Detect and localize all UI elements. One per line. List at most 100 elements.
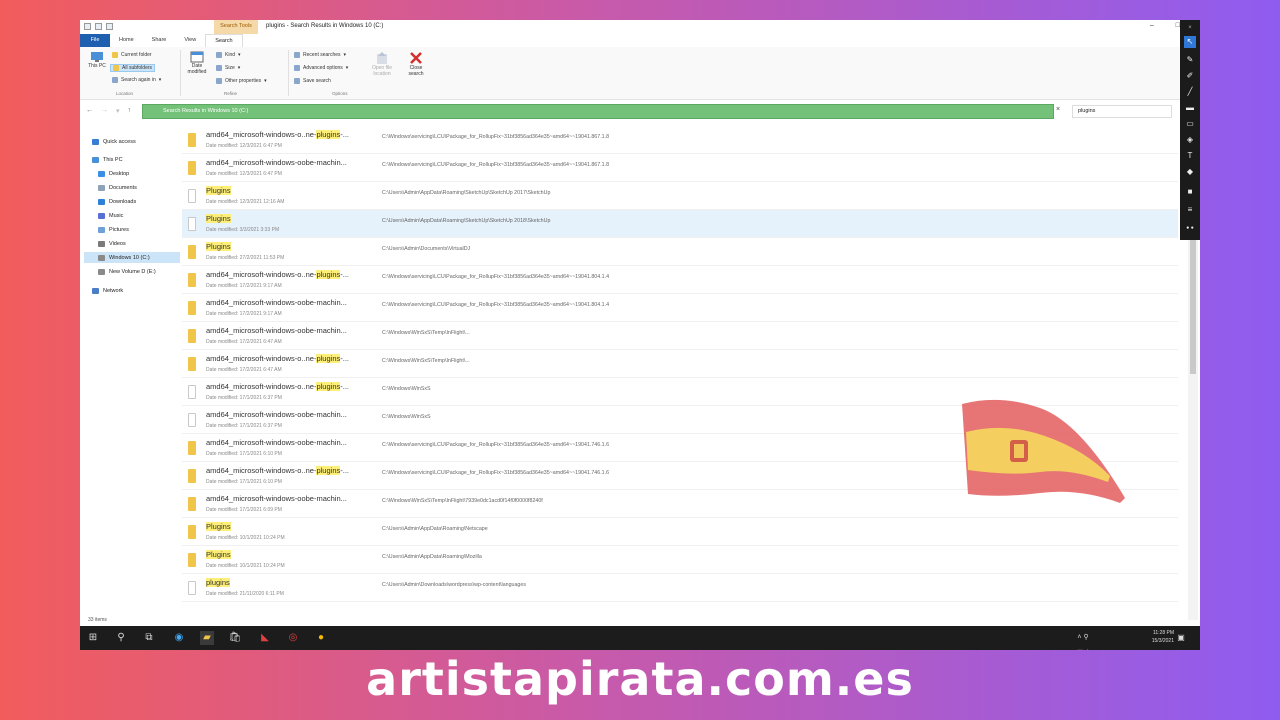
text-part: Date modified: (206, 227, 239, 233)
sidebar-item-documents[interactable]: Documents (98, 182, 194, 193)
list-item[interactable]: Plugins Date modified: 3/3/2021 3:33 PM C:… (182, 210, 1178, 238)
list-item[interactable]: amd64_microsoft-windows-o..ne-plugins-..… (182, 266, 1178, 294)
sidebar-item-network[interactable]: Network (92, 285, 188, 296)
new-folder-icon[interactable] (106, 23, 113, 30)
kind-icon (216, 52, 222, 58)
search-input[interactable]: plugins (1072, 105, 1172, 118)
list-item[interactable]: Plugins Date modified: 27/2/2021 11:53 PM… (182, 238, 1178, 266)
chevron-down-icon[interactable]: ▾ (116, 107, 120, 115)
tab-file[interactable]: File (80, 34, 110, 47)
advanced-options-button[interactable]: Advanced options ▾ (294, 65, 348, 71)
chrome-icon[interactable]: ● (314, 631, 328, 645)
other-properties-button[interactable]: Other properties ▾ (216, 78, 267, 84)
current-folder-button[interactable]: Current folder (112, 52, 152, 58)
item-name: amd64_microsoft-windows-o..ne-plugins-..… (206, 354, 349, 363)
highlighter-icon[interactable]: ▬ (1184, 102, 1196, 114)
subfolders-icon (113, 65, 119, 71)
list-item[interactable]: amd64_microsoft-windows-oobe-machin... Da… (182, 322, 1178, 350)
folder-icon (188, 441, 196, 455)
minimize-icon[interactable]: – (1150, 22, 1154, 29)
chevron-down-icon: ▾ (238, 52, 241, 58)
tab-home[interactable]: Home (110, 34, 143, 47)
pen-icon[interactable]: ✎ (1184, 54, 1196, 66)
save-search-button[interactable]: Save search (294, 78, 331, 84)
text-part: 17/1/2021 6:37 PM (239, 423, 282, 429)
sidebar-item-downloads[interactable]: Downloads (98, 196, 194, 207)
search-again-button[interactable]: Search again in ▾ (112, 77, 161, 83)
item-name: Plugins (206, 550, 231, 559)
file-explorer-icon[interactable]: ▰ (200, 631, 214, 645)
item-date: Date modified: 17/1/2021 6:10 PM (206, 479, 282, 485)
list-item[interactable]: amd64_microsoft-windows-o..ne-plugins-..… (182, 126, 1178, 154)
list-item[interactable]: amd64_microsoft-windows-oobe-machin... Da… (182, 294, 1178, 322)
sidebar-item-desktop[interactable]: Desktop (98, 168, 194, 179)
sidebar-item-pictures[interactable]: Pictures (98, 224, 194, 235)
store-icon[interactable]: 🛍 (228, 631, 242, 645)
tab-view[interactable]: View (175, 34, 205, 47)
properties-icon[interactable] (95, 23, 102, 30)
list-item[interactable]: Plugins Date modified: 10/1/2021 10:24 PM… (182, 546, 1178, 574)
documents-icon (98, 184, 105, 191)
folder-icon[interactable] (84, 23, 91, 30)
clock[interactable]: 11:28 PM 15/3/2021 (1152, 629, 1174, 645)
fill-icon[interactable]: ◈ (1184, 134, 1196, 146)
list-item[interactable]: Plugins Date modified: 10/1/2021 10:24 PM… (182, 518, 1178, 546)
address-bar[interactable]: Search Results in Windows 10 (C:) (142, 104, 1054, 119)
sidebar-item-label: Videos (109, 240, 126, 247)
item-name: amd64_microsoft-windows-oobe-machin... (206, 438, 347, 447)
size-button[interactable]: Size ▾ (216, 65, 240, 71)
menu-icon[interactable]: ≡ (1184, 204, 1196, 216)
tab-share[interactable]: Share (143, 34, 176, 47)
text-icon[interactable]: T (1184, 150, 1196, 162)
sidebar-item-music[interactable]: Music (98, 210, 194, 221)
list-item[interactable]: amd64_microsoft-windows-o..ne-plugins-..… (182, 350, 1178, 378)
highlighted-match: plugins (206, 578, 230, 587)
search-icon[interactable]: ⚲ (114, 631, 128, 645)
list-item[interactable]: amd64_microsoft-windows-oobe-machin... Da… (182, 154, 1178, 182)
edge-browser-icon[interactable]: ◉ (172, 631, 186, 645)
sidebar-item-this-pc[interactable]: This PC (92, 154, 188, 165)
close-search-button[interactable]: Close search (402, 51, 430, 77)
sidebar-item-quick-access[interactable]: Quick access (92, 136, 188, 147)
item-date: Date modified: 17/1/2021 6:09 PM (206, 507, 282, 513)
list-item[interactable]: Plugins Date modified: 12/3/2021 12:16 AM… (182, 182, 1178, 210)
file-icon (188, 385, 196, 399)
marker-icon[interactable]: ✐ (1184, 70, 1196, 82)
sidebar-item-label: Pictures (109, 226, 129, 233)
date-modified-button[interactable]: Date modified (184, 51, 210, 75)
sidebar-item-volume-e[interactable]: New Volume D (E:) (98, 266, 194, 277)
tray-icons[interactable]: ˄ ⚲ ▭ ◖ (1076, 631, 1090, 650)
sidebar-item-label: Downloads (109, 198, 137, 205)
recent-searches-button[interactable]: Recent searches ▾ (294, 52, 346, 58)
more-icon[interactable]: ● ● (1184, 222, 1196, 234)
text-part: 17/1/2021 6:09 PM (239, 507, 282, 513)
current-folder-label: Current folder (121, 52, 152, 58)
folder-icon (188, 497, 196, 511)
open-file-location-button[interactable]: Open file location (366, 51, 398, 77)
line-icon[interactable]: ╱ (1184, 86, 1196, 98)
close-icon[interactable]: × (1184, 22, 1196, 34)
clear-address-icon[interactable]: × (1056, 106, 1060, 113)
all-subfolders-button[interactable]: All subfolders (110, 64, 156, 72)
forward-arrow-icon[interactable]: → (101, 107, 108, 115)
back-arrow-icon[interactable]: ← (86, 107, 93, 115)
sidebar-item-windows-c[interactable]: Windows 10 (C:) (84, 252, 180, 263)
whiteboard-icon[interactable]: ■ (1184, 186, 1196, 198)
tab-search[interactable]: Search (205, 34, 243, 47)
windows-start-icon[interactable]: ⊞ (86, 631, 100, 645)
watermark-text: artistapirata.com.es (366, 652, 914, 706)
eraser-icon[interactable]: ◆ (1184, 166, 1196, 178)
list-item[interactable]: plugins Date modified: 21/11/2020 6:11 PM… (182, 574, 1178, 602)
sidebar-item-videos[interactable]: Videos (98, 238, 194, 249)
pointer-icon[interactable]: ↖ (1184, 36, 1196, 48)
rectangle-icon[interactable]: ▭ (1184, 118, 1196, 130)
kind-button[interactable]: Kind ▾ (216, 52, 241, 58)
app-icon[interactable]: ◣ (258, 631, 272, 645)
up-arrow-icon[interactable]: ↑ (128, 107, 132, 115)
notifications-icon[interactable]: ▣ (1174, 631, 1188, 645)
record-icon[interactable]: ◎ (286, 631, 300, 645)
this-pc-button[interactable]: This PC (86, 51, 108, 69)
address-path: Search Results in Windows 10 (C:) (163, 108, 249, 114)
task-view-icon[interactable]: ⧉ (142, 631, 156, 645)
item-path: C:\Windows\servicing\LCU\Package_for_Rol… (382, 470, 610, 476)
